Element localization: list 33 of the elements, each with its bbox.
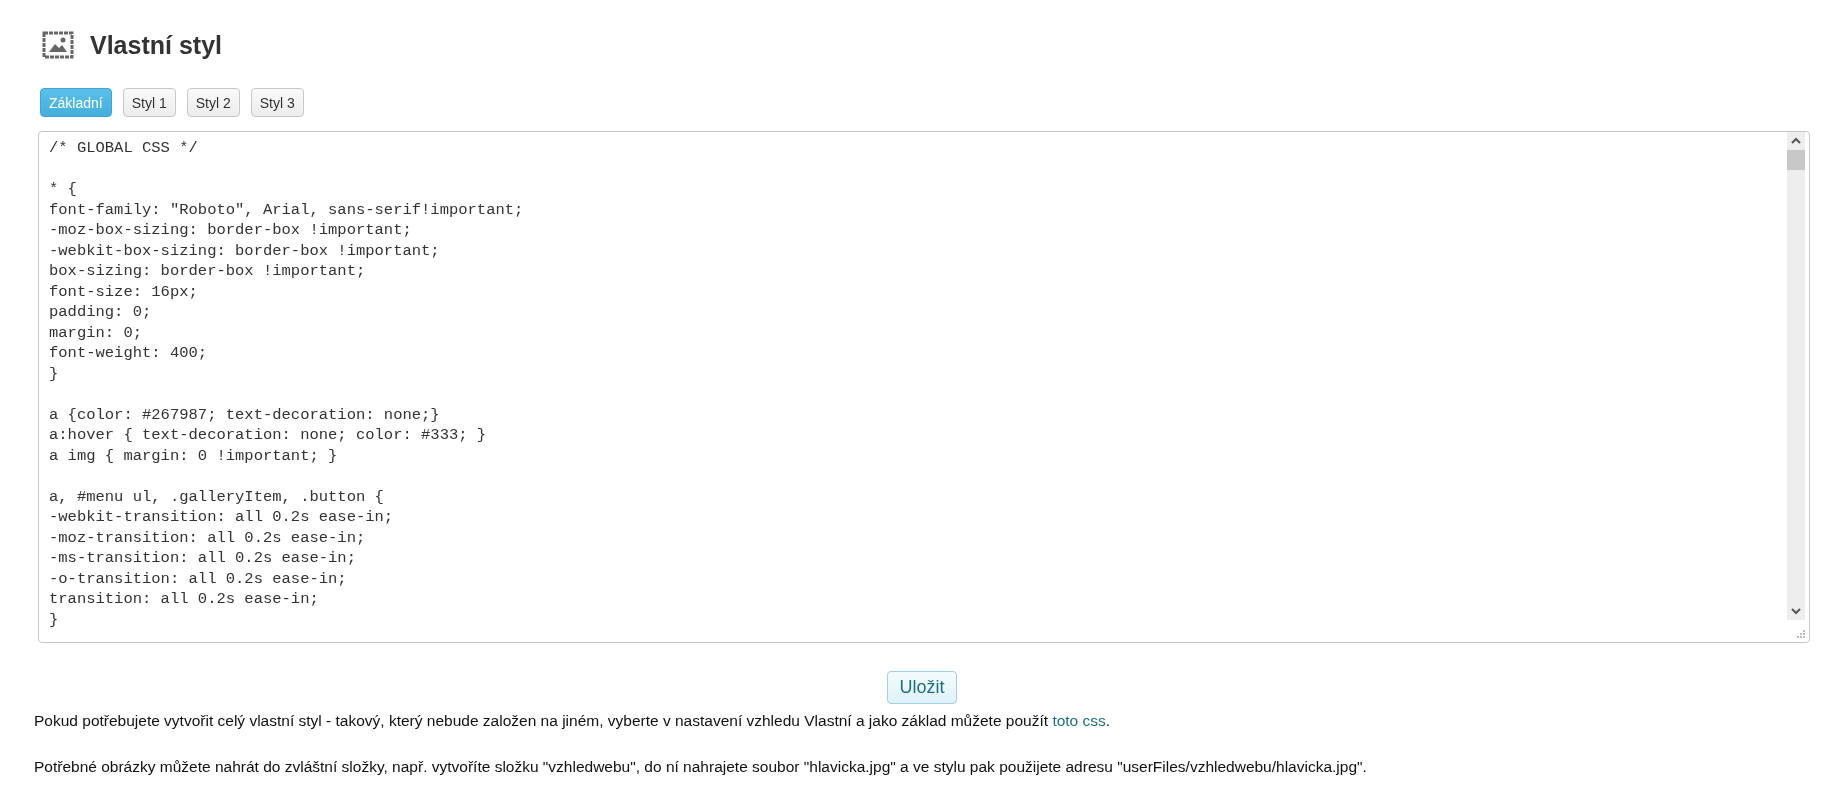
save-button[interactable]: Uložit xyxy=(887,671,957,704)
code-line: a img { margin: 0 !important; } xyxy=(49,445,339,466)
code-line: -moz-box-sizing: border-box !important; xyxy=(49,220,413,241)
page-title: Vlastní styl xyxy=(90,30,222,60)
code-line: a:hover { text-decoration: none; color: #333; } xyxy=(49,425,488,446)
scroll-thumb[interactable] xyxy=(1787,150,1805,170)
code-line: transition: all 0.2s ease-in; xyxy=(49,589,320,610)
code-line: } xyxy=(49,363,60,384)
code-line: a, #menu ul, .galleryItem, .button { xyxy=(49,486,385,507)
code-line: -webkit-transition: all 0.2s ease-in; xyxy=(49,507,395,528)
style-tab[interactable]: Styl 2 xyxy=(186,88,240,117)
code-line: box-sizing: border-box !important; xyxy=(49,261,367,282)
help-text: Potřebné obrázky můžete nahrát do zvláštní složky, např. vytvoříte složku "vzhledwebu", do ní nahrajete soubor "hlavicka.jpg" a ve stylu pak použijete adresu "userFiles/vzhledwebu/hlavicka.jpg". xyxy=(34,758,1368,776)
code-line: font-family: "Roboto", Arial, sans-serif!important; xyxy=(49,199,525,220)
code-line: /* GLOBAL CSS */ xyxy=(49,138,199,159)
help-text: Pokud potřebujete vytvořit celý vlastní styl - takový, který nebude založen na jiném, vyberte v nastavení vzhledu Vlastní a jako základ můžete použít toto css. xyxy=(34,712,1112,730)
style-tab[interactable]: Styl 1 xyxy=(122,88,176,117)
code-line: -webkit-box-sizing: border-box !important; xyxy=(49,240,441,261)
code-line: padding: 0; xyxy=(49,302,153,323)
code-line: -moz-transition: all 0.2s ease-in; xyxy=(49,527,367,548)
code-line: font-weight: 400; xyxy=(49,343,209,364)
code-line: } xyxy=(49,609,60,630)
code-line: -o-transition: all 0.2s ease-in; xyxy=(49,568,348,589)
scrollbar[interactable] xyxy=(1787,132,1805,620)
resize-grip-icon[interactable] xyxy=(1796,629,1806,639)
picture-frame-icon xyxy=(42,31,74,59)
css-link[interactable]: toto css xyxy=(1052,712,1106,729)
style-tab[interactable]: Styl 3 xyxy=(250,88,304,117)
code-line: * { xyxy=(49,179,78,200)
code-line: a {color: #267987; text-decoration: none;} xyxy=(49,404,441,425)
code-line: margin: 0; xyxy=(49,322,143,343)
code-line: -ms-transition: all 0.2s ease-in; xyxy=(49,548,357,569)
code-line: font-size: 16px; xyxy=(49,281,199,302)
